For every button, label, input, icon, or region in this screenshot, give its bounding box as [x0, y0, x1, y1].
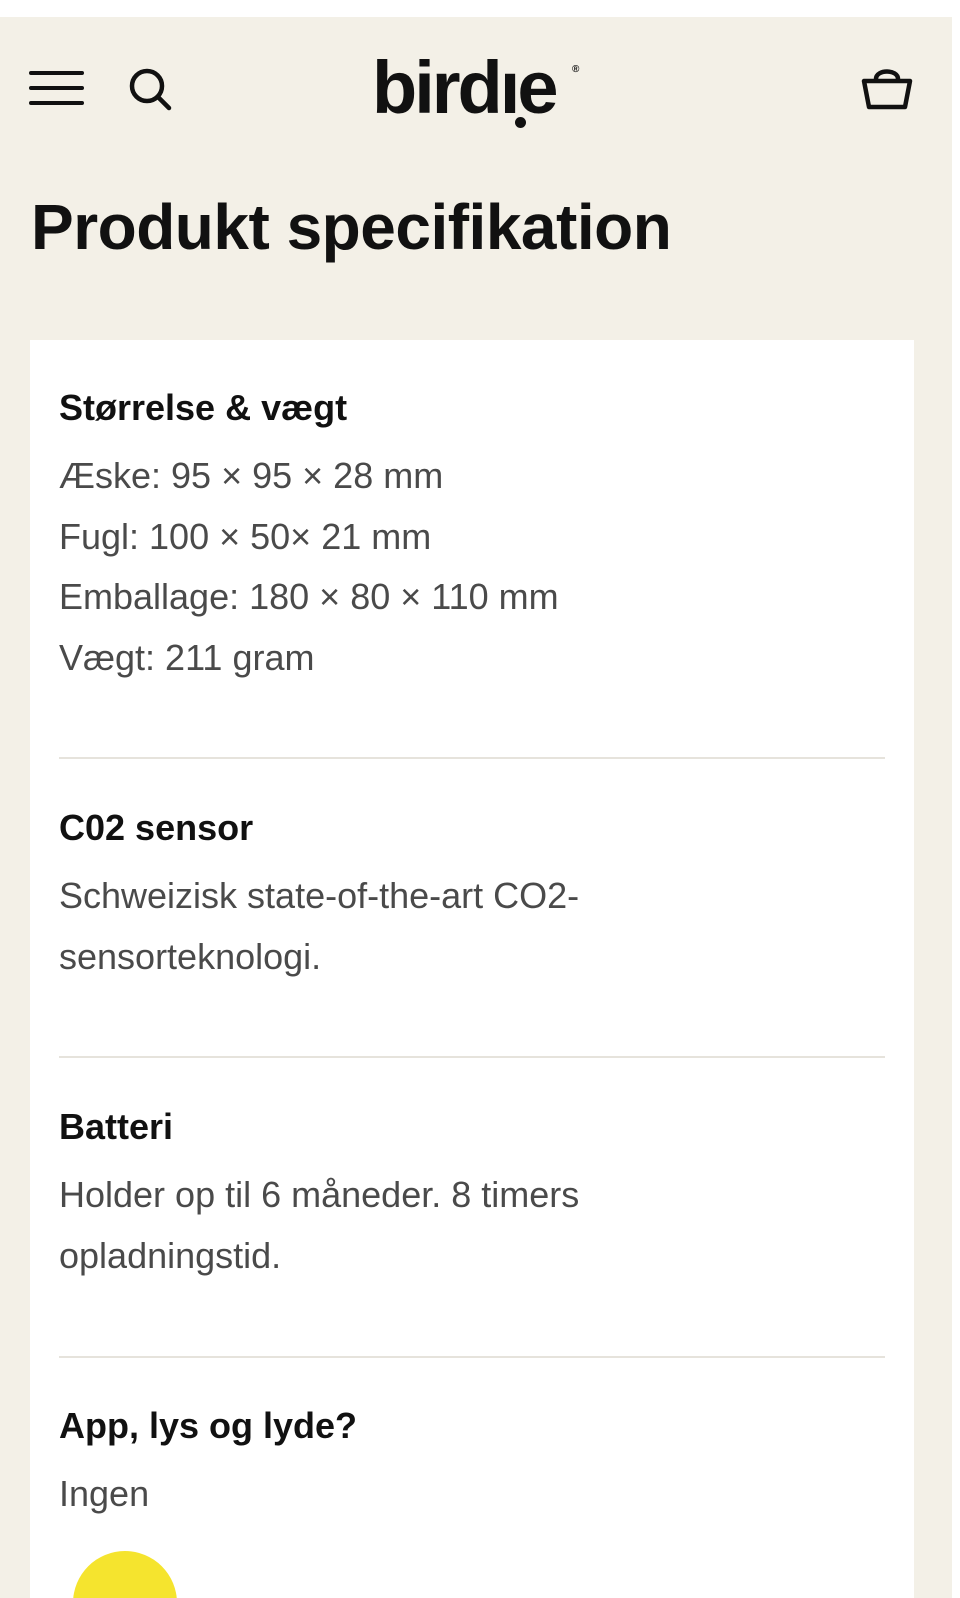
- hamburger-menu-icon[interactable]: [29, 69, 84, 107]
- spec-heading: Batteri: [59, 1106, 174, 1147]
- spec-lines: Schweizisk state-of-the-art CO2- sensort…: [59, 866, 885, 987]
- spec-line: Ingen: [59, 1473, 150, 1514]
- page-title: Produkt specifikation: [31, 191, 672, 263]
- section-divider: [59, 1056, 885, 1058]
- edge-strip: [952, 17, 960, 1598]
- spec-line: Vægt: 211 gram: [59, 636, 315, 678]
- spec-section-battery: Batteri Holder op til 6 måneder. 8 timer…: [59, 1103, 885, 1286]
- spec-section-app-lights-sounds: App, lys og lyde? Ingen: [59, 1402, 885, 1525]
- spec-line: Schweizisk state-of-the-art CO2-: [59, 875, 580, 916]
- search-icon[interactable]: [127, 66, 173, 112]
- spec-line: Holder op til 6 måneder. 8 timers: [59, 1174, 580, 1215]
- spec-line: Æske: 95 × 95 × 28 mm: [59, 455, 444, 496]
- product-page: birdıe ® Produkt specifikation Størrelse…: [0, 0, 960, 1598]
- spec-lines: Holder op til 6 måneder. 8 timers opladn…: [59, 1165, 885, 1286]
- section-divider: [59, 757, 885, 759]
- logo-text: birdıe: [372, 46, 558, 129]
- spec-line: Emballage: 180 × 80 × 110 mm: [59, 576, 559, 617]
- spec-line: Fugl: 100 × 50× 21 mm: [59, 515, 432, 557]
- spec-heading: App, lys og lyde?: [59, 1405, 358, 1446]
- basket-icon[interactable]: [861, 61, 913, 113]
- section-divider: [59, 1356, 885, 1358]
- spec-heading: C02 sensor: [59, 807, 254, 848]
- spec-line: sensorteknologi.: [59, 935, 322, 977]
- logo-dot: [515, 117, 526, 128]
- spec-section-co2-sensor: C02 sensor Schweizisk state-of-the-art C…: [59, 804, 885, 987]
- birdie-logo[interactable]: birdıe ®: [372, 43, 592, 133]
- spec-section-size-weight: Størrelse & vægt Æske: 95 × 95 × 28 mm F…: [59, 384, 885, 688]
- logo-registered-mark: ®: [572, 64, 580, 75]
- product-spec-card: Størrelse & vægt Æske: 95 × 95 × 28 mm F…: [30, 340, 914, 1598]
- spec-heading: Størrelse & vægt: [59, 387, 348, 428]
- spec-lines: Ingen: [59, 1464, 885, 1525]
- spec-lines: Æske: 95 × 95 × 28 mm Fugl: 100 × 50× 21…: [59, 446, 885, 688]
- site-header: birdıe ®: [0, 17, 952, 167]
- spec-line: opladningstid.: [59, 1234, 282, 1276]
